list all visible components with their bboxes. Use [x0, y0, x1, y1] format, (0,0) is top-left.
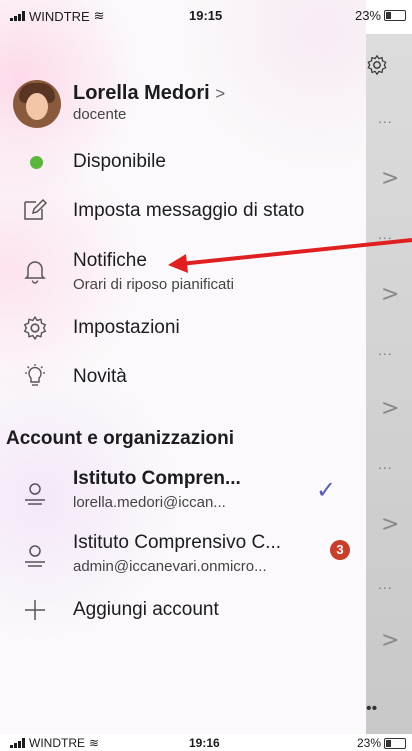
set-status-label: Imposta messaggio di stato	[73, 200, 305, 221]
bell-icon	[24, 261, 46, 284]
settings-item[interactable]: Impostazioni	[0, 308, 366, 348]
notifications-label: Notifiche	[73, 250, 147, 271]
settings-gear-icon[interactable]	[366, 54, 388, 76]
whats-new-item[interactable]: Novità	[0, 358, 366, 398]
more-icon: ...	[378, 110, 393, 126]
battery-icon	[384, 10, 406, 21]
account-email: admin@iccanevari.onmicro...	[73, 558, 267, 575]
add-account-label: Aggiungi account	[73, 599, 219, 620]
plus-icon	[25, 600, 45, 620]
battery-percent: 23%	[356, 736, 381, 750]
battery-icon	[384, 737, 406, 749]
profile-name[interactable]: Lorella Medori >	[73, 82, 225, 105]
wifi-icon: ≋	[93, 8, 105, 23]
edit-message-icon	[24, 198, 48, 220]
person-icon	[25, 545, 45, 567]
profile-header[interactable]: Lorella Medori > docente	[13, 80, 225, 128]
gear-icon	[23, 315, 47, 341]
navigation-drawer: Lorella Medori > docente Disponibile Imp…	[0, 0, 366, 734]
account-item[interactable]: Istituto Compren... lorella.medori@iccan…	[0, 468, 366, 522]
chevron-right-icon: >	[381, 396, 400, 421]
signal-icon	[10, 11, 25, 21]
person-icon	[25, 483, 45, 505]
add-account-button[interactable]: Aggiungi account	[0, 592, 366, 632]
available-status-icon	[30, 156, 43, 169]
status-time: 19:15	[189, 8, 223, 23]
more-icon: ••	[366, 700, 378, 717]
notifications-sublabel: Orari di riposo pianificati	[73, 276, 234, 293]
chevron-right-icon: >	[381, 166, 400, 191]
set-status-message-item[interactable]: Imposta messaggio di stato	[0, 192, 366, 232]
notifications-item[interactable]: Notifiche Orari di riposo pianificati	[0, 246, 366, 300]
chevron-right-icon: >	[381, 282, 400, 307]
account-email: lorella.medori@iccan...	[73, 494, 226, 511]
status-bar: WINDTRE ≋ 19:15 23%	[0, 0, 412, 34]
checkmark-icon: ✓	[316, 477, 337, 504]
chevron-right-icon: >	[381, 512, 400, 537]
avatar[interactable]	[13, 80, 61, 128]
settings-label: Impostazioni	[73, 317, 180, 338]
profile-role: docente	[73, 106, 127, 123]
account-name: Istituto Comprensivo C...	[73, 532, 282, 553]
status-bar-bottom: WINDTRE ≋ 19:16 23%	[0, 734, 412, 751]
signal-icon	[10, 738, 25, 748]
chevron-right-icon: >	[381, 628, 400, 653]
chevron-right-icon: >	[215, 84, 226, 103]
more-icon: ...	[378, 576, 393, 592]
battery-percent: 23%	[354, 8, 381, 23]
wifi-icon: ≋	[89, 736, 100, 750]
lightbulb-icon	[25, 364, 45, 386]
notification-badge: 3	[330, 540, 350, 560]
more-icon: ...	[378, 342, 393, 358]
account-name: Istituto Compren...	[73, 468, 241, 489]
status-time: 19:16	[189, 736, 220, 750]
carrier-name: WINDTRE	[29, 736, 85, 750]
accounts-heading: Account e organizzazioni	[6, 428, 235, 449]
more-icon: ...	[378, 456, 393, 472]
account-item[interactable]: Istituto Comprensivo C... admin@iccaneva…	[0, 530, 366, 584]
carrier-name: WINDTRE	[29, 8, 90, 24]
whats-new-label: Novità	[73, 366, 127, 387]
more-icon: ...	[378, 226, 393, 242]
availability-status-item[interactable]: Disponibile	[0, 146, 366, 186]
availability-label: Disponibile	[73, 151, 166, 172]
